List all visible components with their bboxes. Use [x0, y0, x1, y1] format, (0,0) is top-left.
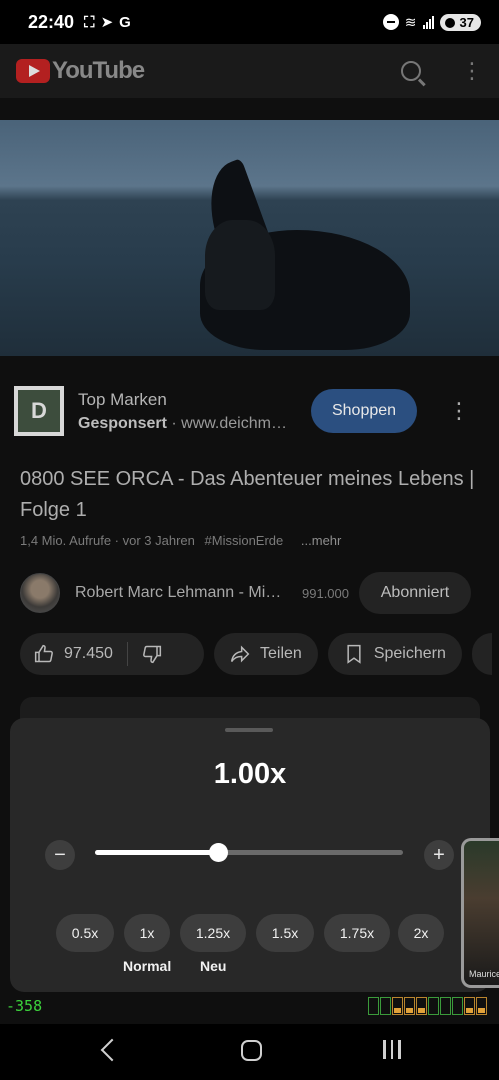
drag-handle[interactable]	[225, 728, 273, 732]
ad-logo: D	[14, 386, 64, 436]
youtube-logo-text: YouTube	[52, 57, 145, 84]
share-label: Teilen	[260, 645, 302, 662]
ad-subtitle: Gesponsert · www.deichm…	[78, 415, 298, 433]
youtube-logo[interactable]: YouTube	[16, 57, 145, 85]
status-right: ≋ 37	[382, 13, 481, 31]
more-vert-icon[interactable]: ⋮	[461, 60, 483, 82]
home-icon[interactable]	[241, 1040, 262, 1061]
next-action-pill[interactable]	[471, 633, 492, 675]
bookmark-icon	[347, 644, 361, 664]
ad-url: · www.deichm…	[166, 414, 287, 432]
status-time: 22:40	[28, 11, 75, 32]
normal-label: Normal	[123, 958, 172, 974]
share-icon	[230, 645, 250, 663]
speed-chip-0.5x[interactable]: 0.5x	[56, 914, 114, 952]
save-label: Speichern	[373, 645, 446, 662]
recents-icon[interactable]	[383, 1040, 401, 1059]
debug-value: -358	[6, 997, 43, 1015]
save-button[interactable]: Speichern	[327, 633, 462, 675]
new-label: Neu	[200, 958, 227, 974]
ad-banner[interactable]: D Top Marken Gesponsert · www.deichm… Sh…	[0, 376, 499, 446]
subscriber-count: 991.000	[302, 585, 349, 601]
status-bar: 22:40 ⛶ ➤ G ≋ 37	[0, 0, 499, 44]
speed-slider-thumb[interactable]	[209, 843, 229, 862]
mini-player[interactable]: Maurice	[461, 838, 499, 988]
channel-row: Robert Marc Lehmann - Mi… 991.000 Abonni…	[20, 571, 499, 615]
current-speed: 1.00x	[213, 758, 287, 790]
speed-chip-1.25x[interactable]: 1.25x	[180, 914, 246, 952]
like-separator	[126, 642, 128, 666]
telegram-icon: ➤	[100, 14, 114, 31]
speed-chip-1.75x[interactable]: 1.75x	[324, 914, 390, 952]
increase-speed-button[interactable]: +	[424, 840, 454, 870]
do-not-disturb-icon	[382, 14, 399, 30]
share-button[interactable]: Teilen	[214, 633, 318, 675]
speed-chip-1.5x[interactable]: 1.5x	[256, 914, 314, 952]
decrease-speed-button[interactable]: −	[45, 840, 75, 870]
video-player[interactable]	[0, 120, 499, 356]
thumbs-up-icon[interactable]	[34, 644, 54, 664]
ad-sponsored-label: Gesponsert	[78, 414, 167, 432]
speed-chip-2x[interactable]: 2x	[398, 914, 444, 952]
notification-icons: ⛶ ➤ G	[84, 13, 131, 32]
back-icon[interactable]	[100, 1038, 124, 1062]
search-icon[interactable]	[401, 61, 421, 81]
view-count: 1,4 Mio. Aufrufe	[20, 533, 112, 548]
playback-speed-sheet: 1.00x − + 0.5x 1x 1.25x 1.5x 1.75x 2x No…	[10, 718, 490, 992]
ad-title: Top Marken	[78, 389, 167, 409]
subscribed-button[interactable]: Abonniert	[359, 572, 471, 614]
app-bar: YouTube ⋮	[0, 44, 499, 98]
more-link[interactable]: ...mehr	[301, 533, 341, 548]
like-count[interactable]: 97.450	[64, 645, 113, 663]
debug-meter	[368, 997, 487, 1015]
screenshot-icon: ⛶	[84, 13, 95, 31]
hashtag[interactable]: #MissionErde	[205, 533, 284, 548]
mini-player-caption: Maurice	[469, 969, 499, 979]
video-meta[interactable]: 1,4 Mio. Aufrufe · vor 3 Jahren #Mission…	[20, 533, 341, 548]
ad-more-icon[interactable]: ⋮	[448, 398, 470, 424]
channel-avatar[interactable]	[20, 573, 60, 613]
youtube-play-icon	[16, 59, 50, 83]
upload-age: · vor 3 Jahren	[111, 533, 195, 548]
channel-name[interactable]: Robert Marc Lehmann - Mi…	[75, 584, 290, 602]
signal-icon	[422, 15, 434, 29]
wifi-icon: ≋	[404, 13, 417, 30]
thumbs-down-icon[interactable]	[142, 644, 162, 664]
like-dislike-pill: 97.450	[20, 633, 204, 675]
diver-shape	[205, 220, 275, 310]
action-row: 97.450 Teilen Speichern	[20, 633, 492, 675]
speed-slider[interactable]	[95, 843, 403, 862]
video-title[interactable]: 0800 SEE ORCA - Das Abenteuer meines Leb…	[20, 464, 480, 526]
speed-chip-1x[interactable]: 1x	[124, 914, 170, 952]
shop-button[interactable]: Shoppen	[311, 389, 417, 433]
speed-slider-fill	[95, 850, 219, 855]
google-icon: G	[119, 13, 131, 31]
battery-indicator: 37	[439, 13, 481, 31]
system-nav-bar	[0, 1024, 499, 1080]
